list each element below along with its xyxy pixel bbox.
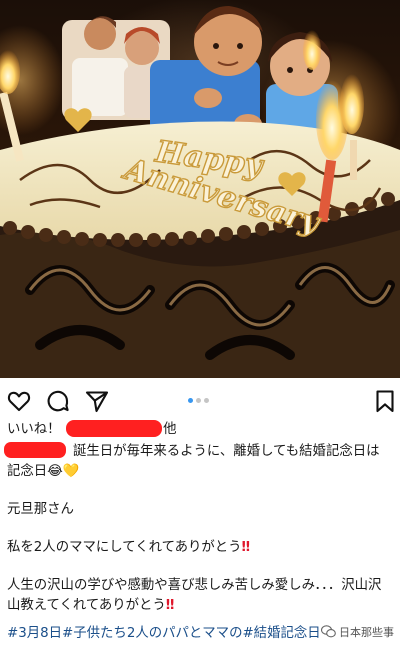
comment-bubble-icon[interactable]	[45, 388, 71, 414]
cake-photo-illustration: Happy Anniversary	[0, 6, 400, 378]
paper-plane-icon[interactable]	[84, 388, 110, 414]
candle-top	[303, 30, 321, 70]
hashtag-line[interactable]: #3月8日#子供たち2人のパパとママの#結婚記念日	[7, 624, 321, 644]
source-watermark: 日本那些事	[321, 624, 394, 642]
likes-prefix: いいね！	[7, 422, 61, 437]
caption-line: 山教えてくれてありがとう‼	[7, 598, 175, 613]
double-exclamation-icon: ‼	[241, 540, 250, 555]
laughing-heart-emoji-icon: 😂💛	[47, 464, 80, 479]
redaction-mark	[4, 442, 66, 458]
bookmark-icon[interactable]	[372, 388, 398, 414]
heart-outline-icon[interactable]	[6, 388, 32, 414]
caption-line: 私を2人のママにしてくれてありがとう‼	[7, 540, 250, 555]
carousel-dot	[204, 398, 209, 403]
caption-line: 記念日😂💛	[7, 462, 80, 482]
carousel-indicator	[188, 398, 214, 404]
double-exclamation-icon: ‼	[165, 598, 175, 613]
carousel-dot-active	[188, 398, 193, 403]
caption-line: 元旦那さん	[7, 502, 74, 517]
post-photo[interactable]: Happy Anniversary	[0, 0, 400, 378]
likes-suffix: 他	[163, 422, 177, 437]
redaction-mark	[66, 420, 162, 437]
caption-line: 人生の沢山の学びや感動や喜び悲しみ苦しみ愛しみ．．．沢山沢	[7, 578, 382, 593]
carousel-dot	[196, 398, 201, 403]
wechat-icon	[321, 625, 336, 638]
